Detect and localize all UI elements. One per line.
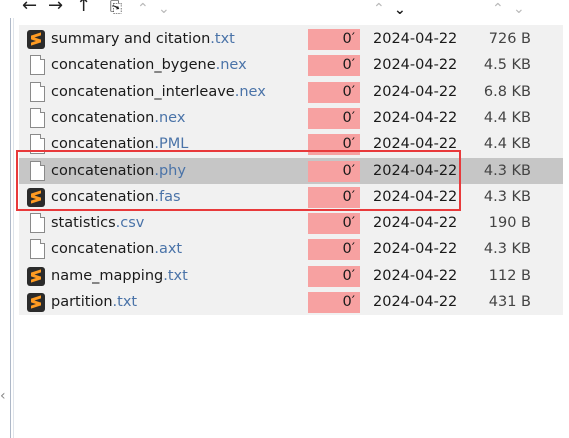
file-name: concatenation_bygene.nex <box>51 56 247 74</box>
modified-value: 0′ <box>342 215 355 232</box>
file-base-name: concatenation_bygene <box>51 57 216 74</box>
modified-cell: 0′ <box>308 239 360 261</box>
new-item-icon[interactable]: ⎘ <box>110 0 122 17</box>
file-extension: .nex <box>215 57 247 74</box>
file-base-name: statistics <box>51 215 116 232</box>
file-size: 4.3 KB <box>483 188 531 205</box>
file-extension: .nex <box>154 109 186 126</box>
document-icon <box>30 107 45 128</box>
sort-down-chevron-icon[interactable]: ⌄ <box>158 0 170 19</box>
modified-value: 0′ <box>342 31 355 47</box>
file-base-name: concatenation <box>51 109 155 126</box>
modified-value: 0′ <box>342 241 355 258</box>
toolbar: ← → ↑ ⎘ ⌃ ⌄ ⌃ ⌄ ⌃ ⌄ <box>0 0 569 18</box>
file-size: 431 B <box>488 294 531 310</box>
file-extension: .nex <box>234 83 266 100</box>
file-row[interactable]: concatenation_interleave.nex 0′ 2024-04-22… <box>19 79 563 105</box>
file-size: 112 B <box>488 267 531 284</box>
document-icon <box>30 239 45 260</box>
date-sort-down-chevron-icon[interactable]: ⌄ <box>394 0 406 20</box>
modified-cell: 0′ <box>308 81 360 103</box>
sublime-icon <box>27 30 45 49</box>
file-name: concatenation.axt <box>51 240 182 258</box>
file-size: 726 B <box>488 31 531 47</box>
modified-cell: 0′ <box>308 265 360 287</box>
file-row[interactable]: concatenation.nex 0′ 2024-04-22 4.4 KB <box>19 105 563 131</box>
file-row[interactable]: concatenation.axt 0′ 2024-04-22 4.3 KB <box>19 236 563 262</box>
file-base-name: summary and citation <box>51 31 211 47</box>
file-date: 2024-04-22 <box>373 31 458 47</box>
file-base-name: concatenation_interleave <box>51 83 235 100</box>
file-date: 2024-04-22 <box>373 241 458 258</box>
back-arrow-icon[interactable]: ← <box>22 0 37 16</box>
panel-border <box>10 18 11 438</box>
sort-up-chevron-icon[interactable]: ⌃ <box>137 0 149 19</box>
file-size: 4.3 KB <box>483 241 531 258</box>
file-date: 2024-04-22 <box>373 215 458 232</box>
file-size: 6.8 KB <box>483 83 531 100</box>
file-extension: .txt <box>163 267 188 284</box>
file-size: 190 B <box>488 215 531 232</box>
modified-value: 0′ <box>342 57 355 74</box>
file-date: 2024-04-22 <box>373 294 458 310</box>
file-name: concatenation.nex <box>51 109 185 127</box>
modified-value: 0′ <box>342 267 355 284</box>
sublime-icon <box>27 266 45 286</box>
file-date: 2024-04-22 <box>373 109 458 126</box>
sublime-icon <box>27 293 45 312</box>
file-row[interactable]: concatenation_bygene.nex 0′ 2024-04-22 4.5 … <box>19 52 563 78</box>
size-sort-up-chevron-icon[interactable]: ⌃ <box>492 0 504 19</box>
forward-arrow-icon[interactable]: → <box>48 0 63 16</box>
file-name: name_mapping.txt <box>51 267 188 285</box>
file-size: 4.5 KB <box>483 57 531 74</box>
file-extension: .axt <box>154 241 183 258</box>
modified-cell: 0′ <box>308 107 360 129</box>
file-size: 4.4 KB <box>483 109 531 126</box>
modified-value: 0′ <box>342 294 355 310</box>
modified-cell: 0′ <box>308 292 360 313</box>
document-icon <box>30 55 45 76</box>
modified-cell: 0′ <box>308 29 360 50</box>
file-row[interactable]: summary and citation.txt 0′ 2024-04-22 726 … <box>19 26 563 52</box>
file-base-name: name_mapping <box>51 267 164 284</box>
file-date: 2024-04-22 <box>373 267 458 284</box>
modified-value: 0′ <box>342 109 355 126</box>
file-base-name: concatenation <box>51 241 155 258</box>
file-row[interactable]: statistics.csv 0′ 2024-04-22 190 B <box>19 210 563 236</box>
file-extension: .txt <box>210 31 235 47</box>
date-sort-up-chevron-icon[interactable]: ⌃ <box>373 0 385 19</box>
file-date: 2024-04-22 <box>373 83 458 100</box>
file-name: summary and citation.txt <box>51 30 235 48</box>
file-name: concatenation_interleave.nex <box>51 83 266 101</box>
file-extension: .csv <box>115 215 145 232</box>
file-base-name: partition <box>51 294 113 310</box>
file-row[interactable]: name_mapping.txt 0′ 2024-04-22 112 B <box>19 263 563 289</box>
file-name: partition.txt <box>51 293 137 311</box>
modified-cell: 0′ <box>308 55 360 77</box>
file-size: 4.3 KB <box>483 162 531 179</box>
collapse-chevron-icon[interactable]: ‹ <box>0 388 6 404</box>
panel-border-inner <box>13 18 14 438</box>
file-name: statistics.csv <box>51 214 144 232</box>
up-arrow-icon[interactable]: ↑ <box>76 0 91 16</box>
document-icon <box>30 81 45 102</box>
modified-cell: 0′ <box>308 213 360 235</box>
size-sort-down-chevron-icon[interactable]: ⌄ <box>513 0 525 19</box>
file-row[interactable]: partition.txt 0′ 2024-04-22 431 B <box>19 289 563 315</box>
file-extension: .txt <box>112 294 138 310</box>
highlight-box <box>16 150 461 211</box>
file-date: 2024-04-22 <box>373 57 458 74</box>
document-icon <box>30 213 45 234</box>
file-size: 4.4 KB <box>483 136 531 153</box>
modified-value: 0′ <box>342 83 355 100</box>
